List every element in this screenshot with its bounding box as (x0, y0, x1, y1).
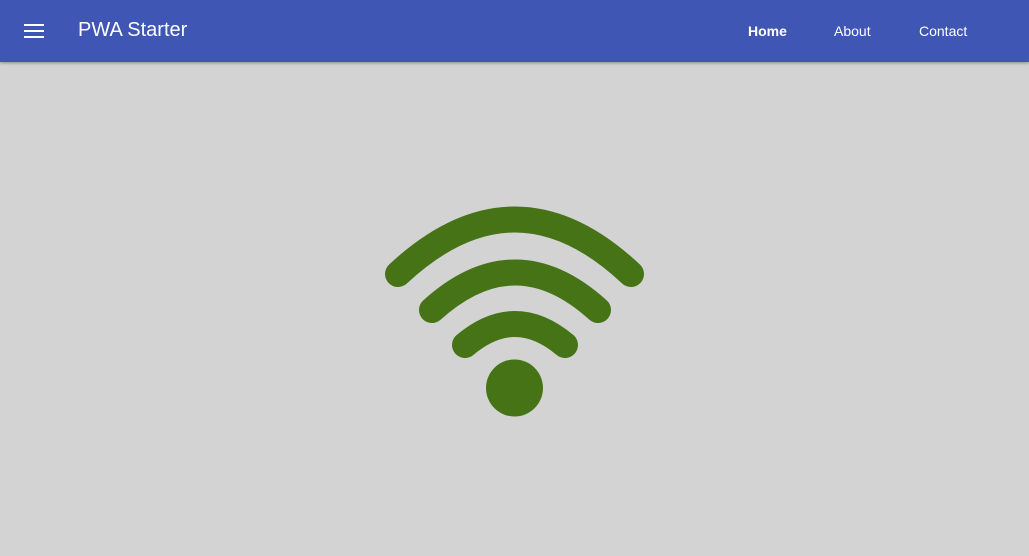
nav-link-home[interactable]: Home (748, 22, 787, 40)
nav-link-contact[interactable]: Contact (919, 22, 967, 40)
menu-button[interactable] (20, 18, 48, 44)
main-content (0, 62, 1029, 556)
app-bar: PWA Starter Home About Contact (0, 0, 1029, 62)
app-title: PWA Starter (78, 19, 188, 41)
nav-link-about[interactable]: About (834, 22, 871, 40)
hamburger-menu-icon (24, 24, 44, 38)
wifi-icon (385, 206, 644, 417)
